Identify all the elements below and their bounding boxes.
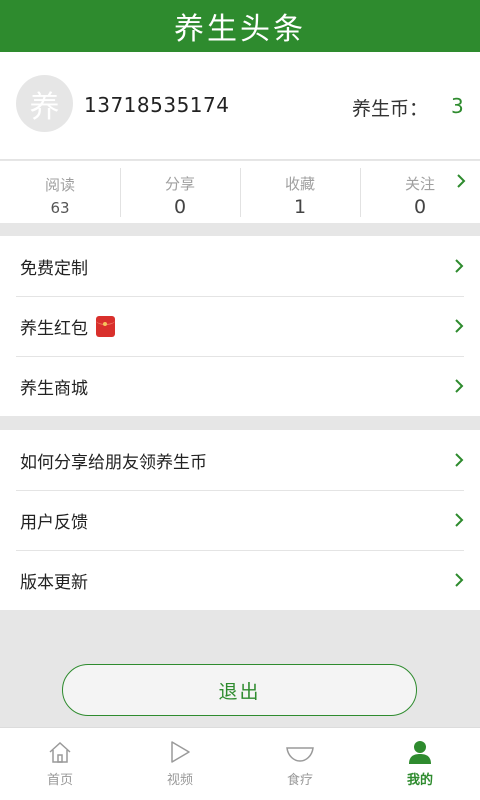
avatar[interactable]: 养 [16,75,73,132]
chevron-right-icon [455,453,464,467]
tab-home[interactable]: 首页 [0,728,120,800]
chevron-right-icon [455,319,464,333]
tab-label: 食疗 [286,773,313,788]
logout-button[interactable]: 退出 [62,664,417,716]
chevron-right-icon [455,513,464,527]
menu-item-label: 用户反馈 [20,512,88,533]
stat-label: 收藏 [284,175,315,193]
tab-label: 视频 [166,773,193,788]
profile-card[interactable]: 养 13718535174 养生币： 3 [0,52,480,160]
play-icon [171,741,190,763]
coin-label: 养生币： [352,98,429,120]
stat-following[interactable]: 关注 0 [360,161,480,223]
tab-mine[interactable]: 我的 [360,728,480,800]
tab-food-therapy[interactable]: 食疗 [240,728,360,800]
menu-item-label: 版本更新 [20,572,88,593]
coin-value: 3 [451,94,464,118]
avatar-text: 养 [29,89,60,125]
stat-favorites[interactable]: 收藏 1 [240,161,360,223]
user-phone: 13718535174 [84,93,230,117]
stat-reading[interactable]: 阅读 63 [0,161,120,223]
stat-value: 0 [173,196,187,218]
stat-label: 阅读 [44,176,75,194]
menu-item-update[interactable]: 版本更新 [0,550,480,610]
stat-value: 63 [50,199,70,217]
stat-label: 分享 [164,175,195,193]
menu-item-label: 如何分享给朋友领养生币 [20,452,207,473]
chevron-right-icon [455,573,464,587]
tab-label: 我的 [406,773,433,788]
tab-label: 首页 [46,773,73,788]
stat-value: 1 [293,196,307,218]
menu-item-mall[interactable]: 养生商城 [0,356,480,416]
tab-video[interactable]: 视频 [120,728,240,800]
menu-item-share-guide[interactable]: 如何分享给朋友领养生币 [0,430,480,490]
bowl-icon [286,747,314,762]
menu-item-label: 养生商城 [20,378,88,399]
stats-bar: 阅读 63 分享 0 收藏 1 关注 0 [0,161,480,223]
menu-group-services: 免费定制 养生红包 养生商城 [0,236,480,416]
stat-value: 0 [413,196,427,218]
menu-item-label: 养生红包 [20,318,88,339]
menu-item-feedback[interactable]: 用户反馈 [0,490,480,550]
chevron-right-icon[interactable] [456,172,466,190]
stat-share[interactable]: 分享 0 [120,161,240,223]
chevron-right-icon [455,259,464,273]
red-packet-icon [96,315,115,337]
menu-item-red-packet[interactable]: 养生红包 [0,296,480,356]
page-title: 养生头条 [174,12,306,47]
bottom-tab-bar: 首页 视频 食疗 我的 [0,727,480,800]
chevron-right-icon [455,379,464,393]
home-icon [49,741,71,763]
menu-group-help: 如何分享给朋友领养生币 用户反馈 版本更新 [0,430,480,610]
menu-item-label: 免费定制 [20,258,88,279]
app-header: 养生头条 [0,0,480,52]
user-icon [409,741,431,764]
menu-item-free-custom[interactable]: 免费定制 [0,236,480,296]
